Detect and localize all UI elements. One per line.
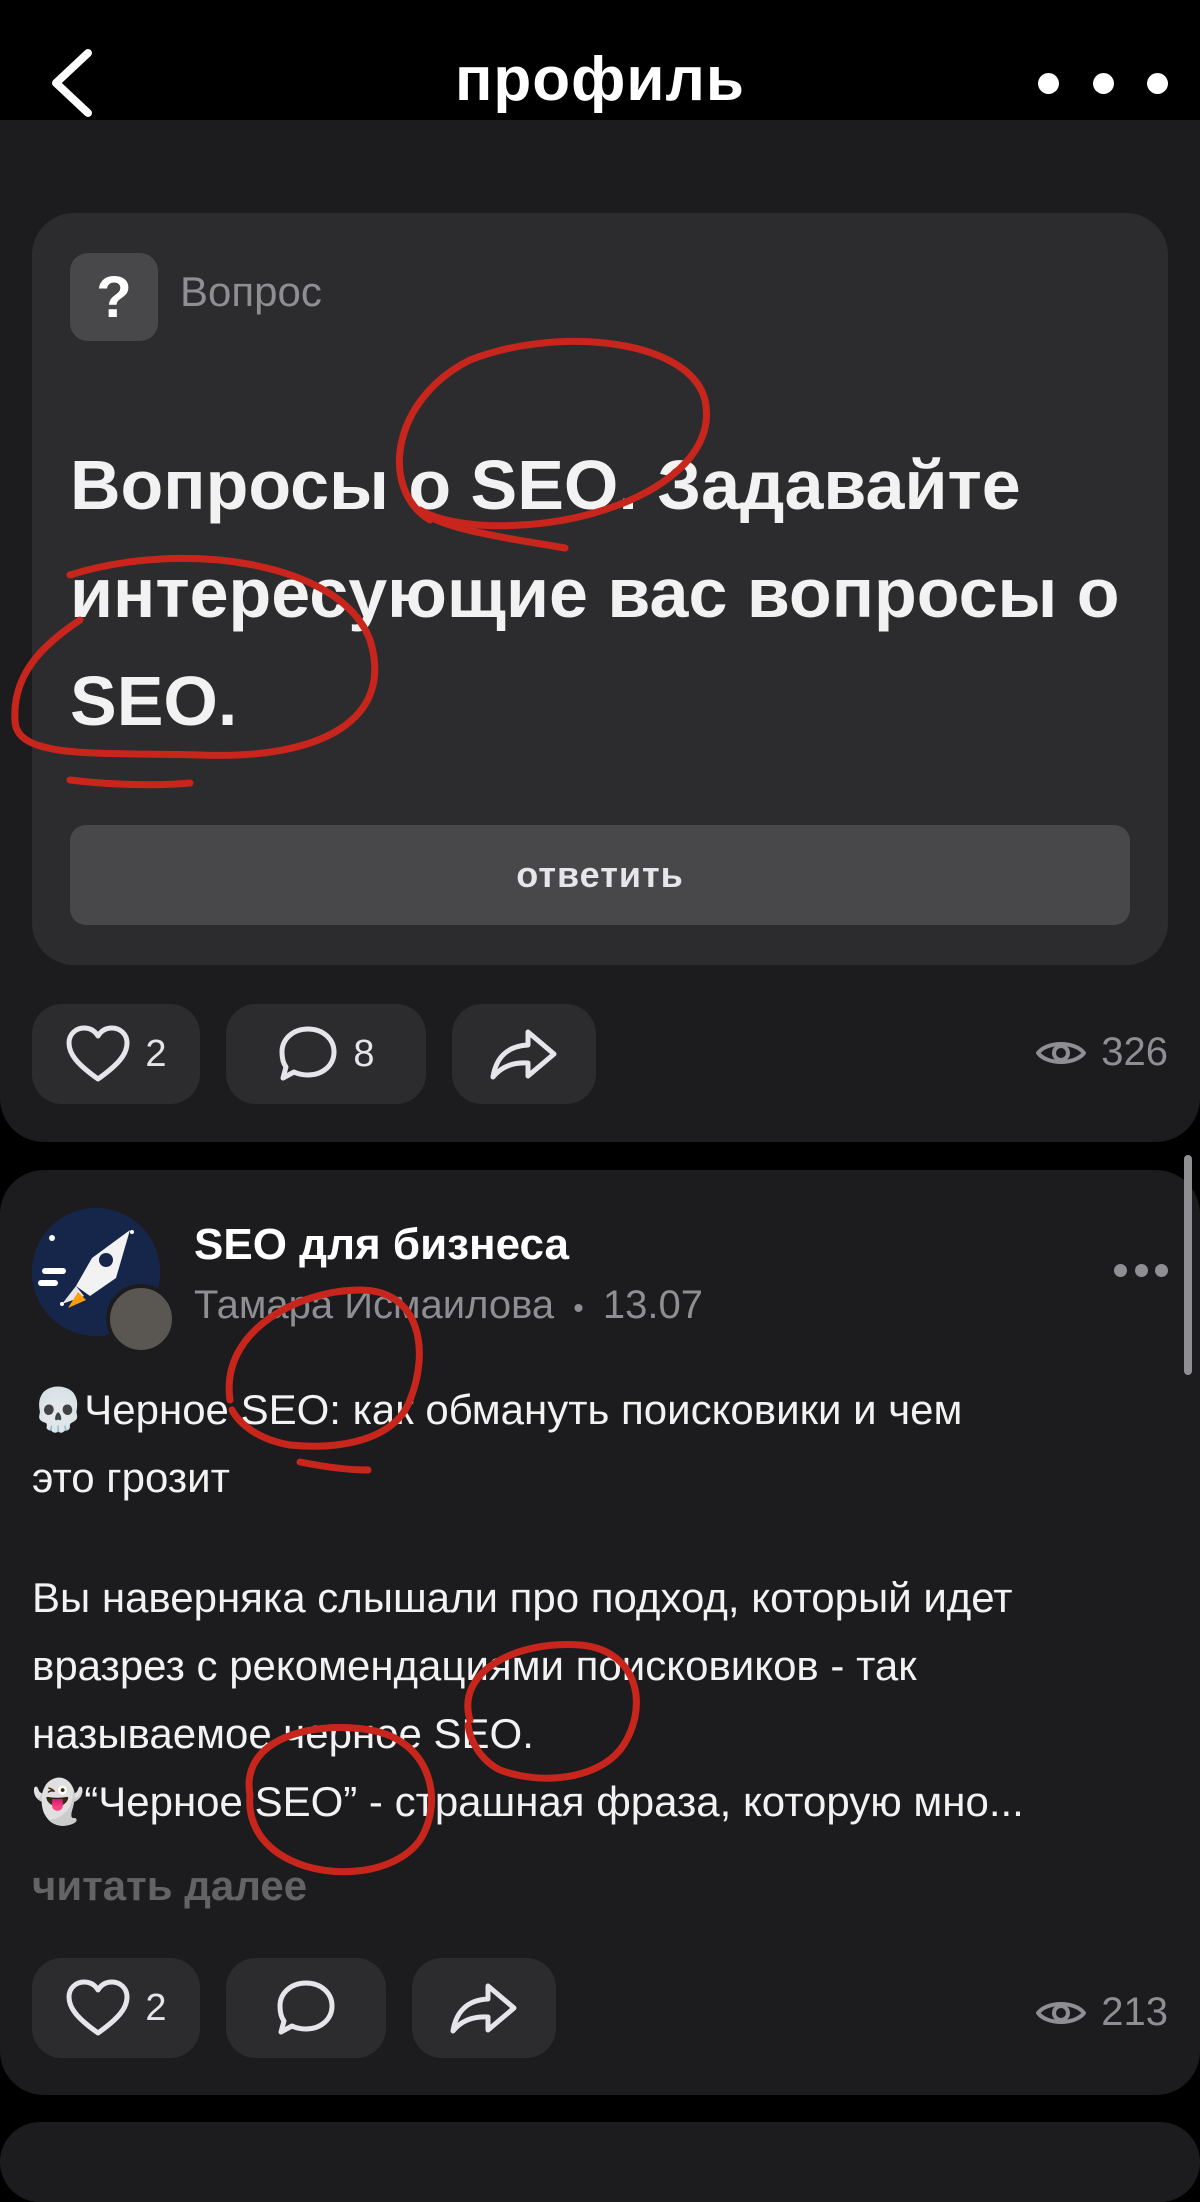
channel-name[interactable]: SEO для бизнеса (194, 1220, 569, 1270)
comment-bubble-icon (277, 1980, 335, 2035)
like-count: 2 (145, 1032, 167, 1075)
heart-icon (66, 1025, 130, 1082)
post-text-line: вразрез с рекомендациями поисковиков - т… (32, 1642, 917, 1689)
comment-count: 8 (353, 1032, 375, 1075)
meta-separator: • (573, 1292, 584, 1325)
like-button[interactable]: 2 (32, 1004, 200, 1104)
post-more-button[interactable] (1114, 1262, 1168, 1278)
views-counter: 213 (1035, 1990, 1168, 2035)
share-arrow-icon (490, 1029, 557, 1080)
question-line: Вопросы о SEO. Задавайте (70, 446, 1021, 524)
heart-icon (66, 1979, 130, 2036)
more-options-button[interactable] (1038, 64, 1168, 102)
more-horizontal-icon (1038, 72, 1059, 94)
author-name[interactable]: Тамара Исмаилова (194, 1283, 554, 1327)
views-count: 326 (1101, 1030, 1168, 1074)
post-text-line: 👻“Черное SEO” - страшная фраза, которую … (32, 1778, 1024, 1825)
like-button[interactable]: 2 (32, 1958, 200, 2058)
author-avatar[interactable] (106, 1284, 176, 1354)
scrollbar[interactable] (1184, 1155, 1192, 1375)
comment-button[interactable] (226, 1958, 386, 2058)
post-text-line: 💀Черное SEO: как обмануть поисковики и ч… (32, 1386, 963, 1433)
post-meta: Тамара Исмаилова • 13.07 (194, 1283, 703, 1328)
post-type-label: Вопрос (180, 268, 322, 315)
question-line: интересующие вас вопросы о (70, 554, 1120, 632)
question-block: ? Вопрос Вопросы о SEO. Задавайте интере… (32, 213, 1168, 965)
comment-button[interactable]: 8 (226, 1004, 426, 1104)
post-body: 💀Черное SEO: как обмануть поисковики и ч… (32, 1376, 1172, 1836)
question-mark-icon: ? (70, 253, 158, 341)
like-count: 2 (145, 1986, 167, 2029)
question-line: SEO. (70, 662, 238, 740)
eye-icon (1036, 2001, 1087, 2024)
post-date: 13.07 (602, 1283, 704, 1327)
post-text-line: Вы наверняка слышали про подход, который… (32, 1574, 1013, 1621)
share-button[interactable] (412, 1958, 556, 2058)
share-button[interactable] (452, 1004, 596, 1104)
comment-bubble-icon (279, 1026, 337, 1081)
page-title: профиль (454, 45, 746, 114)
views-counter: 326 (1035, 1030, 1168, 1075)
share-arrow-icon (450, 1983, 517, 2034)
question-text: Вопросы о SEO. Задавайте интересующие ва… (70, 431, 1150, 755)
views-count: 213 (1101, 1990, 1168, 2034)
answer-button[interactable]: ответить (70, 825, 1130, 925)
next-post-card (0, 2122, 1200, 2202)
more-horizontal-icon (1114, 1263, 1127, 1277)
post-text-line: называемое черное SEO. (32, 1710, 534, 1757)
post-text-line: это грозит (32, 1454, 230, 1501)
read-more-link[interactable]: читать далее (32, 1862, 307, 1910)
eye-icon (1036, 1041, 1087, 1064)
